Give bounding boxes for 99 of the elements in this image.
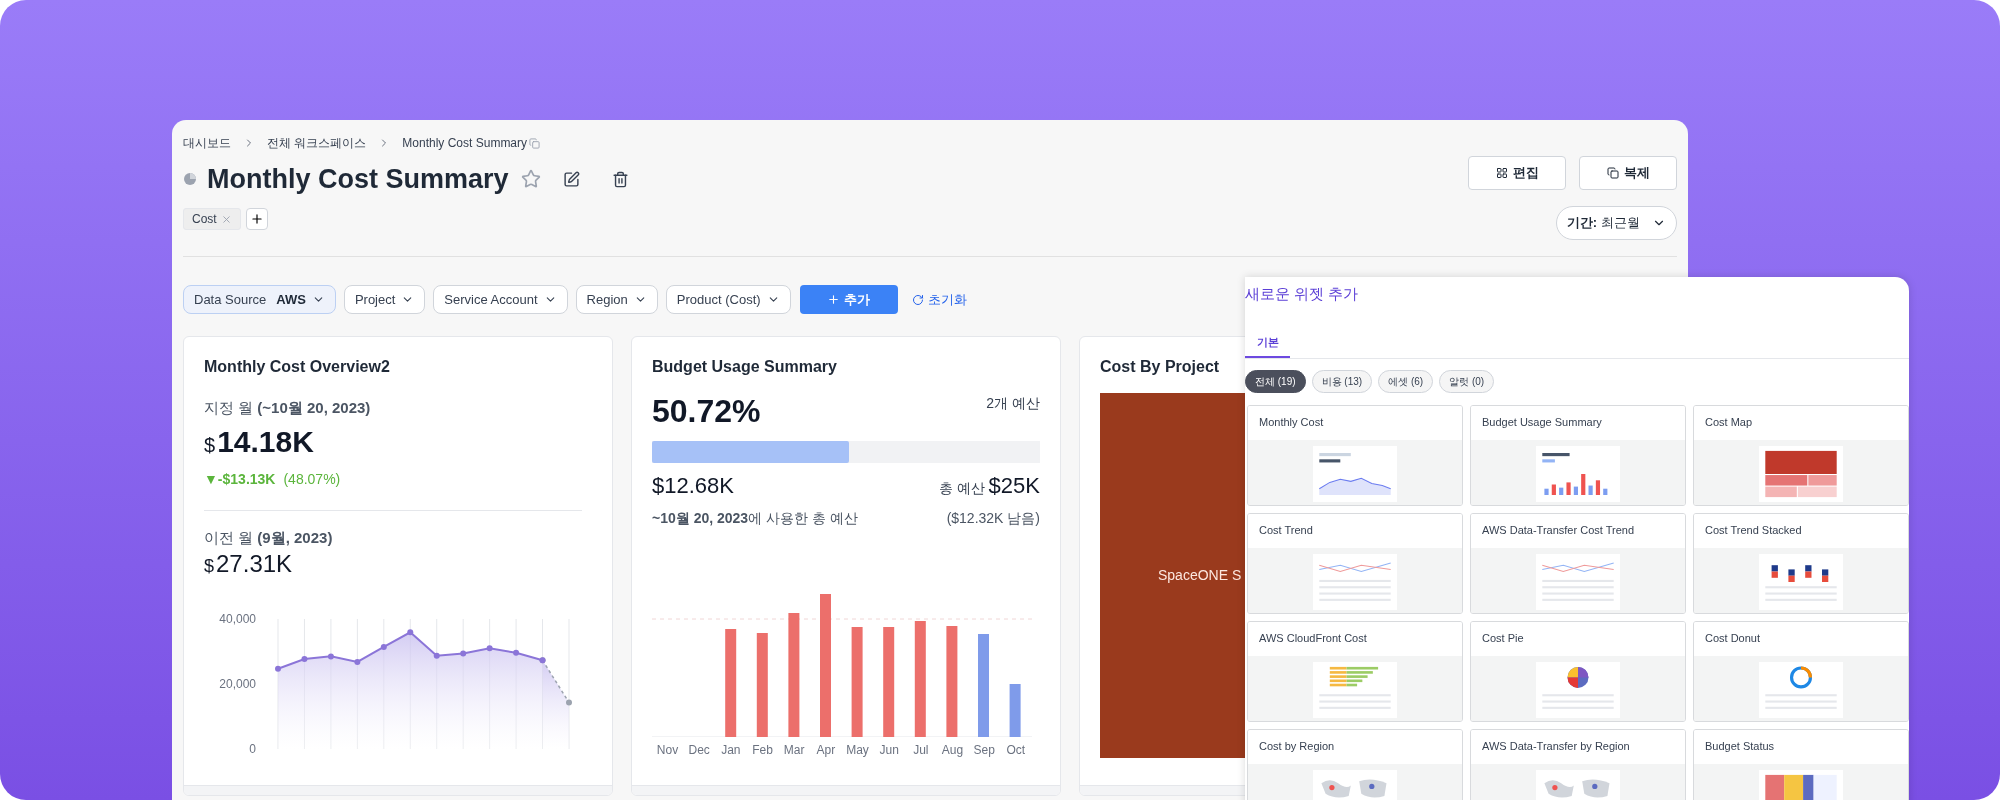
filter-dropdown[interactable]: Data Source AWS (183, 285, 336, 314)
label-text: 지정 월 (~10월 20, 2023) (204, 398, 372, 418)
widget-option-title: Budget Status (1705, 739, 1775, 755)
label-text: 이전 월 (9월, 2023) (204, 527, 334, 548)
star-icon[interactable] (520, 169, 541, 189)
widget-option-title: Cost by Region (1259, 739, 1335, 755)
filter-chip[interactable]: 전체 (19) (1245, 369, 1306, 393)
widget-option-title: Cost Trend Stacked (1705, 523, 1802, 539)
edit-icon[interactable] (562, 170, 580, 188)
total-label: 총 예산 (938, 479, 985, 498)
widget-option-title: AWS CloudFront Cost (1259, 631, 1367, 647)
filter-dropdown[interactable]: Region (575, 285, 658, 314)
widget-option[interactable]: Cost Donut (1693, 620, 1909, 722)
filter-dropdown[interactable]: Product (Cost) (665, 285, 791, 314)
widget-option[interactable]: Cost Map (1693, 404, 1909, 506)
data-point (566, 699, 572, 706)
axis-label: Apr (815, 742, 837, 759)
axis-label: Nov (655, 742, 680, 759)
plus-icon (827, 293, 841, 306)
widget-option[interactable]: AWS Data-Transfer Cost Trend (1470, 512, 1686, 614)
axis-label: Dec (687, 742, 711, 759)
widget-option[interactable]: Cost Pie (1470, 620, 1686, 722)
bar (1009, 684, 1021, 737)
total-amount: $25K (988, 472, 1040, 500)
axis-label: 0 (249, 742, 256, 756)
axis-label: 40,000 (219, 612, 256, 626)
period-dropdown[interactable]: 기간: 최근월 (1555, 206, 1677, 240)
treemap-label: SpaceONE S (1158, 566, 1242, 585)
remaining-amount: ($12.32K 남음) (946, 509, 1040, 528)
data-point (354, 658, 361, 665)
axis-label: 20,000 (219, 677, 256, 691)
axis-label: Sep (972, 742, 996, 759)
data-point (460, 650, 467, 657)
filter-chip[interactable]: 에셋 (6) (1378, 369, 1434, 393)
widget-option-title: Cost Pie (1482, 631, 1524, 647)
widget-option[interactable]: Budget Usage Summary (1470, 404, 1686, 506)
filter-dropdown[interactable]: Project (343, 285, 426, 314)
widget-option[interactable]: Cost Trend Stacked (1693, 512, 1909, 614)
widget-option-title: AWS Data-Transfer Cost Trend (1482, 523, 1634, 539)
data-point (327, 653, 334, 660)
axis-label: Jul (912, 742, 930, 759)
add-button[interactable]: 추가 (799, 285, 898, 314)
breadcrumb-link[interactable]: 전체 워크스페이스 (267, 134, 367, 152)
change-amount: ▼-$13.13K (204, 469, 276, 489)
usage-percent: 50.72% (652, 392, 761, 431)
widget-option-title: Cost Map (1705, 415, 1753, 431)
axis-label: Jun (878, 742, 900, 759)
axis-label: May (845, 742, 870, 759)
widget-option-title: Budget Usage Summary (1482, 415, 1602, 431)
widget-option-title: Cost Trend (1259, 523, 1313, 539)
spent-amount: $12.68K (652, 472, 734, 500)
widget-option[interactable]: Cost by Region (1247, 728, 1463, 800)
filter-chip[interactable]: 알럿 (0) (1439, 369, 1495, 393)
widget-option-title: Monthly Cost (1259, 415, 1324, 431)
edit-button[interactable]: 편집 (1468, 156, 1566, 190)
axis-label: Aug (940, 742, 965, 759)
previous-cost: $27.31K (204, 549, 294, 579)
copy-icon (1606, 167, 1619, 179)
filter-dropdown[interactable]: Service Account (433, 285, 568, 314)
filter-chip[interactable]: 비용 (13) (1311, 369, 1373, 393)
caption-text: ~10월 20, 2023에 사용한 총 예산 (652, 509, 858, 528)
budget-count: 2개 예산 (986, 394, 1040, 413)
data-point (433, 652, 440, 659)
breadcrumb-link[interactable]: Monthly Cost Summary (402, 134, 528, 152)
data-point (486, 645, 493, 652)
trash-icon[interactable] (611, 170, 629, 188)
data-point (275, 665, 281, 672)
axis-label: Mar (782, 742, 806, 759)
data-point (380, 643, 387, 650)
clone-button[interactable]: 복제 (1579, 156, 1677, 190)
axis-label: Jan (720, 742, 742, 759)
add-tag-button[interactable] (245, 208, 268, 230)
widget-title: Cost By Project (1100, 357, 1220, 377)
data-point (301, 656, 308, 662)
widget-option[interactable]: Cost Trend (1247, 512, 1463, 614)
tag-label: Cost (192, 211, 217, 228)
data-point (407, 629, 414, 636)
widget-option[interactable]: AWS Data-Transfer by Region (1470, 728, 1686, 800)
page-title: Monthly Cost Summary (207, 163, 509, 196)
breadcrumb-link[interactable]: 대시보드 (183, 134, 231, 152)
current-cost: $14.18K (204, 423, 315, 460)
refresh-icon (911, 293, 924, 306)
widget-option-title: AWS Data-Transfer by Region (1482, 739, 1630, 755)
axis-label: Feb (751, 742, 774, 759)
widget-option[interactable]: AWS CloudFront Cost (1247, 620, 1463, 722)
widget-title: Budget Usage Summary (652, 357, 837, 377)
data-point (513, 649, 520, 656)
widget-title: Monthly Cost Overview2 (204, 357, 390, 377)
panel-title: 새로운 위젯 추가 (1245, 284, 1360, 304)
widget-option-title: Cost Donut (1705, 631, 1761, 647)
axis-label: Oct (1005, 742, 1027, 759)
change-percent: (48.07%) (283, 469, 341, 489)
widget-option[interactable]: Monthly Cost (1247, 404, 1463, 506)
widget-option[interactable]: Budget Status (1693, 728, 1909, 800)
grid-icon (1495, 167, 1508, 179)
globe-icon (183, 172, 197, 186)
tab[interactable]: 기본 (1245, 329, 1290, 358)
reset-link[interactable]: 초기화 (911, 289, 967, 310)
plus-icon (249, 212, 264, 226)
